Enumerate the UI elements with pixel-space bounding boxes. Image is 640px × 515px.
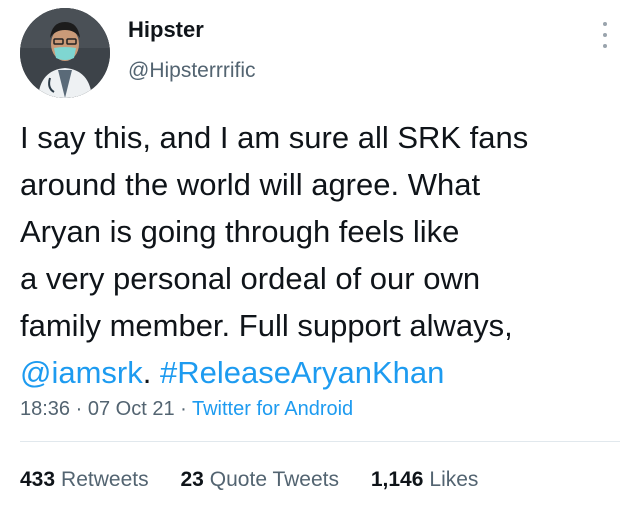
tweet-stats: 433 Retweets 23 Quote Tweets 1,146 Likes <box>20 468 504 492</box>
more-vertical-icon[interactable] <box>596 18 614 52</box>
retweets-stat[interactable]: 433 Retweets <box>20 468 149 492</box>
more-dot <box>603 33 607 37</box>
mention-link[interactable]: @iamsrk <box>20 355 143 390</box>
display-name[interactable]: Hipster <box>128 17 204 43</box>
quote-tweets-count: 23 <box>180 468 204 491</box>
tweet-time[interactable]: 18:36 <box>20 398 70 420</box>
retweets-label: Retweets <box>61 468 149 491</box>
tweet-text: I say this, and I am sure all SRK fans a… <box>20 114 620 396</box>
tweet-line: I say this, and I am sure all SRK fans <box>20 120 529 155</box>
tweet-source-link[interactable]: Twitter for Android <box>192 398 353 420</box>
user-handle[interactable]: @Hipsterrrific <box>128 59 256 83</box>
retweets-count: 433 <box>20 468 56 491</box>
quote-tweets-label: Quote Tweets <box>209 468 339 491</box>
tweet-date[interactable]: 07 Oct 21 <box>88 398 175 420</box>
quote-tweets-stat[interactable]: 23 Quote Tweets <box>180 468 339 492</box>
avatar[interactable] <box>20 8 110 98</box>
likes-stat[interactable]: 1,146 Likes <box>371 468 479 492</box>
tweet-punctuation: . <box>142 355 160 390</box>
tweet-line: a very personal ordeal of our own <box>20 261 481 296</box>
meta-separator: · <box>174 398 192 420</box>
tweet-meta: 18:36 · 07 Oct 21 · Twitter for Android <box>20 398 353 421</box>
divider <box>20 441 620 442</box>
more-dot <box>603 44 607 48</box>
hashtag-link[interactable]: #ReleaseAryanKhan <box>160 355 444 390</box>
tweet-line: Aryan is going through feels like <box>20 214 460 249</box>
more-dot <box>603 22 607 26</box>
tweet-line: family member. Full support always, <box>20 308 513 343</box>
tweet-line: around the world will agree. What <box>20 167 481 202</box>
tweet: Hipster @Hipsterrrific I say this, and I… <box>0 0 640 515</box>
meta-separator: · <box>70 398 88 420</box>
tweet-line-last: @iamsrk. #ReleaseAryanKhan <box>20 349 620 396</box>
avatar-image <box>20 8 110 98</box>
likes-label: Likes <box>429 468 479 491</box>
likes-count: 1,146 <box>370 468 424 491</box>
